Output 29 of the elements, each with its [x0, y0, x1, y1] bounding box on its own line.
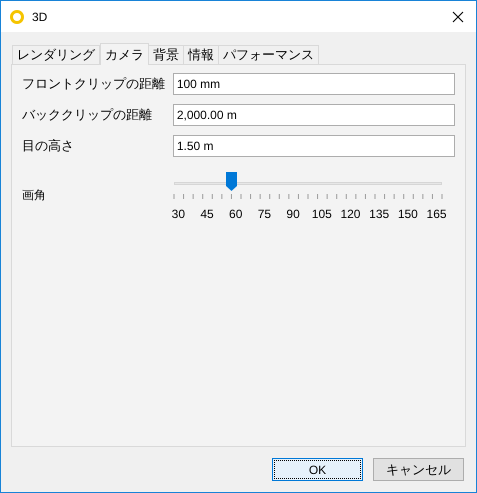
tab[interactable]: パフォーマンス	[218, 45, 319, 64]
field-label: バッククリップの距離	[22, 106, 153, 124]
tick-label: 105	[310, 206, 333, 223]
field-label: 目の高さ	[22, 137, 75, 156]
slider-thumb[interactable]	[226, 172, 237, 191]
app-icon	[10, 10, 24, 24]
field-label: フロントクリップの距離	[22, 75, 166, 94]
field-label: 画角	[22, 187, 47, 204]
window-title: 3D	[32, 8, 48, 26]
tab[interactable]: 情報	[183, 45, 219, 64]
tab[interactable]: カメラ	[100, 43, 149, 65]
tab[interactable]: レンダリング	[12, 45, 100, 64]
tick-label: 150	[396, 206, 419, 223]
tick-label: 165	[426, 206, 448, 223]
tab[interactable]: 背景	[148, 45, 184, 64]
close-icon[interactable]	[452, 10, 464, 22]
input-field[interactable]: 2,000.00 m	[172, 104, 455, 126]
tick-label: 30	[170, 206, 186, 223]
tick-label: 60	[228, 206, 244, 223]
dialog-button[interactable]: OK	[272, 458, 363, 481]
tick-label: 135	[368, 206, 390, 223]
tick-label: 75	[256, 206, 272, 223]
input-field[interactable]: 100 mm	[172, 73, 455, 95]
tick-label: 90	[285, 206, 301, 223]
tick-label: 120	[339, 206, 362, 223]
input-field[interactable]: 1.50 m	[172, 135, 455, 157]
dialog-button[interactable]: キャンセル	[373, 458, 464, 481]
slider[interactable]	[174, 172, 442, 192]
tick-label: 45	[199, 206, 215, 223]
